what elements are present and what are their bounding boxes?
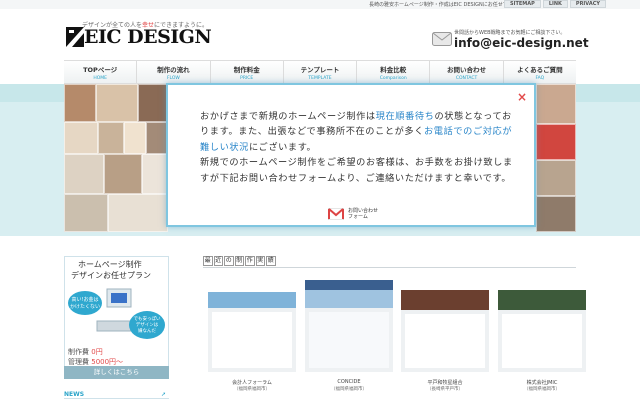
bubble-1-line-1: 高い!お金は: [71, 296, 98, 303]
work-place: （福岡県福岡市）: [524, 387, 560, 392]
news-divider: [64, 398, 169, 399]
promo-illustration: 高い!お金は かけたくない でも安っぽい デザインは 嫌なんだ: [68, 288, 165, 339]
recent-works-title: 最 近 の 制 作 実 績: [203, 256, 276, 266]
nav-item-faq[interactable]: よくあるご質問 FAQ: [502, 61, 576, 83]
news-heading: NEWS: [64, 391, 85, 398]
main-nav: TOPページ HOME 制作の流れ FLOW 制作料金 PRICE テンプレート TEM…: [64, 60, 576, 84]
work-place: （福岡県福岡市）: [234, 387, 270, 392]
link-link[interactable]: LINK: [542, 0, 568, 8]
work-place: （福岡県福岡市）: [331, 387, 367, 392]
mail-icon: [432, 32, 452, 46]
work-thumbnail[interactable]: [401, 280, 489, 372]
nav-item-price[interactable]: 制作料金 PRICE: [209, 61, 283, 83]
arrow-icon: ➚: [161, 391, 167, 398]
work-thumbnail[interactable]: [305, 280, 393, 372]
close-icon[interactable]: ×: [517, 91, 527, 103]
hero-photo: [146, 122, 168, 154]
work-name: CONCIDE: [337, 379, 361, 385]
hero-photo: [142, 154, 168, 194]
contact-email[interactable]: info@eic-design.net: [454, 36, 589, 50]
promo-box[interactable]: ホームページ制作 デザインお任せプラン 高い!お金は かけたくない でも安っぽい…: [64, 256, 169, 378]
hero-photo: [98, 122, 124, 154]
nav-item-flow[interactable]: 制作の流れ FLOW: [136, 61, 209, 83]
bubble-2-line-2: デザインは: [136, 321, 159, 328]
logo-mark-icon[interactable]: [66, 27, 84, 47]
mail-icon: [328, 208, 344, 220]
hero-photo: [96, 84, 138, 122]
hero-photo: [536, 160, 576, 196]
promo-title-2: デザインお任せプラン: [71, 271, 151, 280]
hero-photo: [64, 84, 96, 122]
hero-photo: [536, 84, 576, 124]
bubble-2-line-1: でも安っぽい: [134, 315, 161, 322]
logo-text[interactable]: EIC DESIGN: [84, 26, 212, 48]
work-place: （長崎県平戸市）: [427, 387, 463, 392]
contact-form-button[interactable]: お問い合わせ フォーム: [328, 208, 378, 220]
nav-item-contact[interactable]: お問い合わせ CONTACT: [429, 61, 502, 83]
hero-photo: [536, 196, 576, 232]
hero-photo: [536, 124, 576, 160]
work-thumbnail[interactable]: [208, 280, 296, 372]
work-name: 株式会社JMIC: [526, 380, 558, 386]
hero-photo: [64, 154, 104, 194]
nav-item-home[interactable]: TOPページ HOME: [64, 61, 136, 83]
contact-note: 世間話からWEB戦略までお気軽にご相談下さい。: [454, 30, 566, 36]
hero-photo: [138, 84, 168, 122]
work-name: 平戸和牧星組合: [427, 380, 463, 386]
promo-title-1: ホームページ制作: [78, 260, 142, 269]
notice-modal: × おかげさまで新規のホームページ制作は現在順番待ちの状態となっております。また…: [166, 83, 536, 227]
hero-photo: [108, 194, 168, 232]
nav-item-comparison[interactable]: 料金比較 Comparison: [356, 61, 429, 83]
work-name: 会計人フォーラム: [232, 380, 272, 386]
sitemap-link[interactable]: SITEMAP: [504, 0, 541, 8]
nav-item-template[interactable]: テンプレート TEMPLATE: [282, 61, 356, 83]
hero-photo: [64, 194, 108, 232]
privacy-link[interactable]: PRIVACY: [569, 0, 606, 8]
top-links: SITEMAP LINK PRIVACY: [504, 0, 606, 8]
bubble-1-line-2: かけたくない: [70, 303, 100, 310]
hero-photo: [124, 122, 146, 154]
production-fee: 制作費 0円: [68, 348, 103, 356]
works-divider: [203, 267, 576, 268]
hero-photo: [104, 154, 142, 194]
bubble-2-line-3: 嫌なんだ: [138, 327, 156, 334]
details-button[interactable]: 詳しくはこちら: [64, 366, 169, 379]
work-thumbnail[interactable]: [498, 280, 586, 372]
button-line-2: フォーム: [348, 214, 368, 220]
modal-message: おかげさまで新規のホームページ制作は現在順番待ちの状態となっております。また、出…: [200, 111, 513, 184]
hero-photo: [64, 122, 98, 154]
top-description: 長崎の雅安ホームページ制作・作成はEIC DESIGNにお任せ下さい。: [369, 2, 523, 8]
